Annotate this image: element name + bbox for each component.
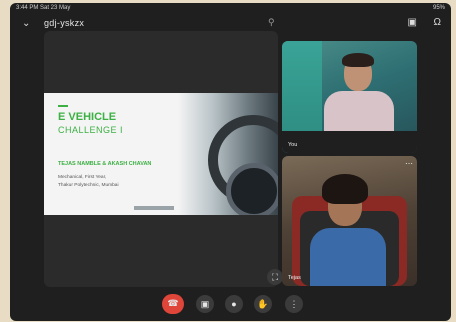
car-wheel — [226, 163, 278, 215]
chevron-down-icon[interactable]: ⌄ — [22, 18, 30, 29]
meeting-name[interactable]: gdj-yskzx — [44, 18, 84, 28]
slide-title-line1: E VEHICLE — [58, 111, 117, 123]
participant-label: You — [288, 142, 298, 148]
tile-footer — [282, 131, 417, 153]
shared-slide: E VEHICLE CHALLENGE I TEJAS NAMBLE & AKA… — [44, 93, 278, 215]
more-icon[interactable]: ⋯ — [405, 159, 413, 168]
participant-label: Tejas — [288, 275, 301, 281]
call-controls: ☎ ▣ ● ✋ ⋮ — [10, 293, 451, 317]
end-call-icon[interactable]: ☎ — [162, 294, 184, 314]
participant-hair — [342, 53, 374, 67]
presentation-stage: E VEHICLE CHALLENGE I TEJAS NAMBLE & AKA… — [44, 31, 278, 287]
participant-hair — [322, 174, 368, 204]
status-time: 3:44 PM Sat 23 May — [16, 5, 71, 11]
mic-icon[interactable]: ● — [225, 295, 243, 313]
slide-subtitle-line2: Thakur Polytechnic, Mumbai — [58, 183, 119, 188]
participant-shirt — [324, 91, 394, 131]
camera-switch-icon[interactable]: ▣ — [408, 17, 417, 28]
search-icon[interactable]: ⚲ — [268, 17, 275, 28]
battery-indicator: 95% — [432, 5, 445, 11]
fullscreen-toggle-icon[interactable]: ⛶ — [267, 269, 283, 285]
raise-hand-icon[interactable]: ✋ — [254, 295, 272, 313]
meeting-screen: 3:44 PM Sat 23 May 95% ⌄ gdj-yskzx ⚲ ▣ Ω… — [10, 3, 451, 321]
participant-tile-you[interactable]: You — [282, 41, 417, 153]
slide-progress-strip — [134, 206, 174, 210]
status-bar: 3:44 PM Sat 23 May 95% — [10, 3, 451, 13]
slide-title-line2: CHALLENGE I — [58, 125, 124, 135]
slide-car-image — [178, 93, 278, 215]
camera-icon[interactable]: ▣ — [196, 295, 214, 313]
slide-accent-bar — [58, 105, 68, 107]
more-vertical-icon[interactable]: ⋮ — [285, 295, 303, 313]
participant-shirt — [310, 228, 386, 286]
slide-subtitle-line1: Mechanical, First Year, — [58, 175, 107, 180]
headphones-icon[interactable]: Ω — [434, 17, 441, 28]
participant-tile-tejas[interactable]: ⋯ Tejas — [282, 156, 417, 286]
slide-presenters: TEJAS NAMBLE & AKASH CHAVAN — [58, 161, 152, 167]
